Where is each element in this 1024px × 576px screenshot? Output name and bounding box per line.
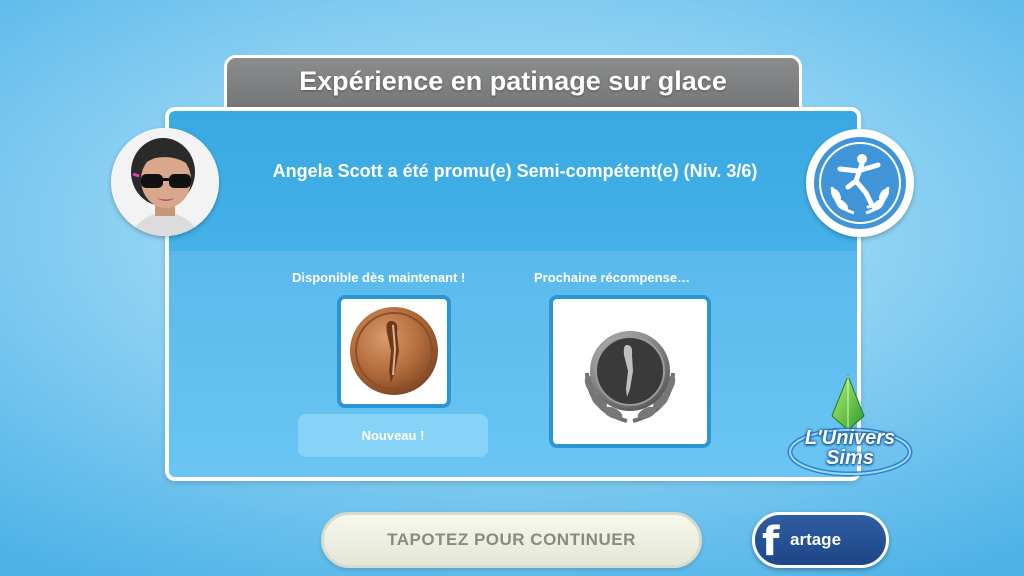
new-badge: Nouveau ! [298,414,488,457]
next-reward-card[interactable] [549,295,711,448]
next-reward-label: Prochaine récompense… [534,270,691,285]
ice-skating-skill-badge [806,129,914,237]
bronze-medal-icon [350,307,438,395]
facebook-icon: f [762,519,780,565]
continue-button[interactable]: TAPOTEZ POUR CONTINUER [321,512,702,568]
sim-portrait-icon [111,128,219,236]
logo-line-1: L'Univers [804,427,896,449]
promotion-message: Angela Scott a été promu(e) Semi-compéte… [272,161,758,181]
share-button-label: artage [790,530,842,549]
current-reward-card[interactable] [337,295,451,408]
dialog-title: Expérience en patinage sur glace [299,66,727,96]
rewards-section [169,251,857,477]
available-now-label: Disponible dès maintenant ! [292,270,466,285]
silver-medal-icon [584,331,676,423]
logo-line-2: Sims [826,447,874,469]
ice-skater-laurel-icon [814,137,906,229]
logo-wordmark: L'Univers Sims [792,428,908,468]
avatar [111,128,219,236]
